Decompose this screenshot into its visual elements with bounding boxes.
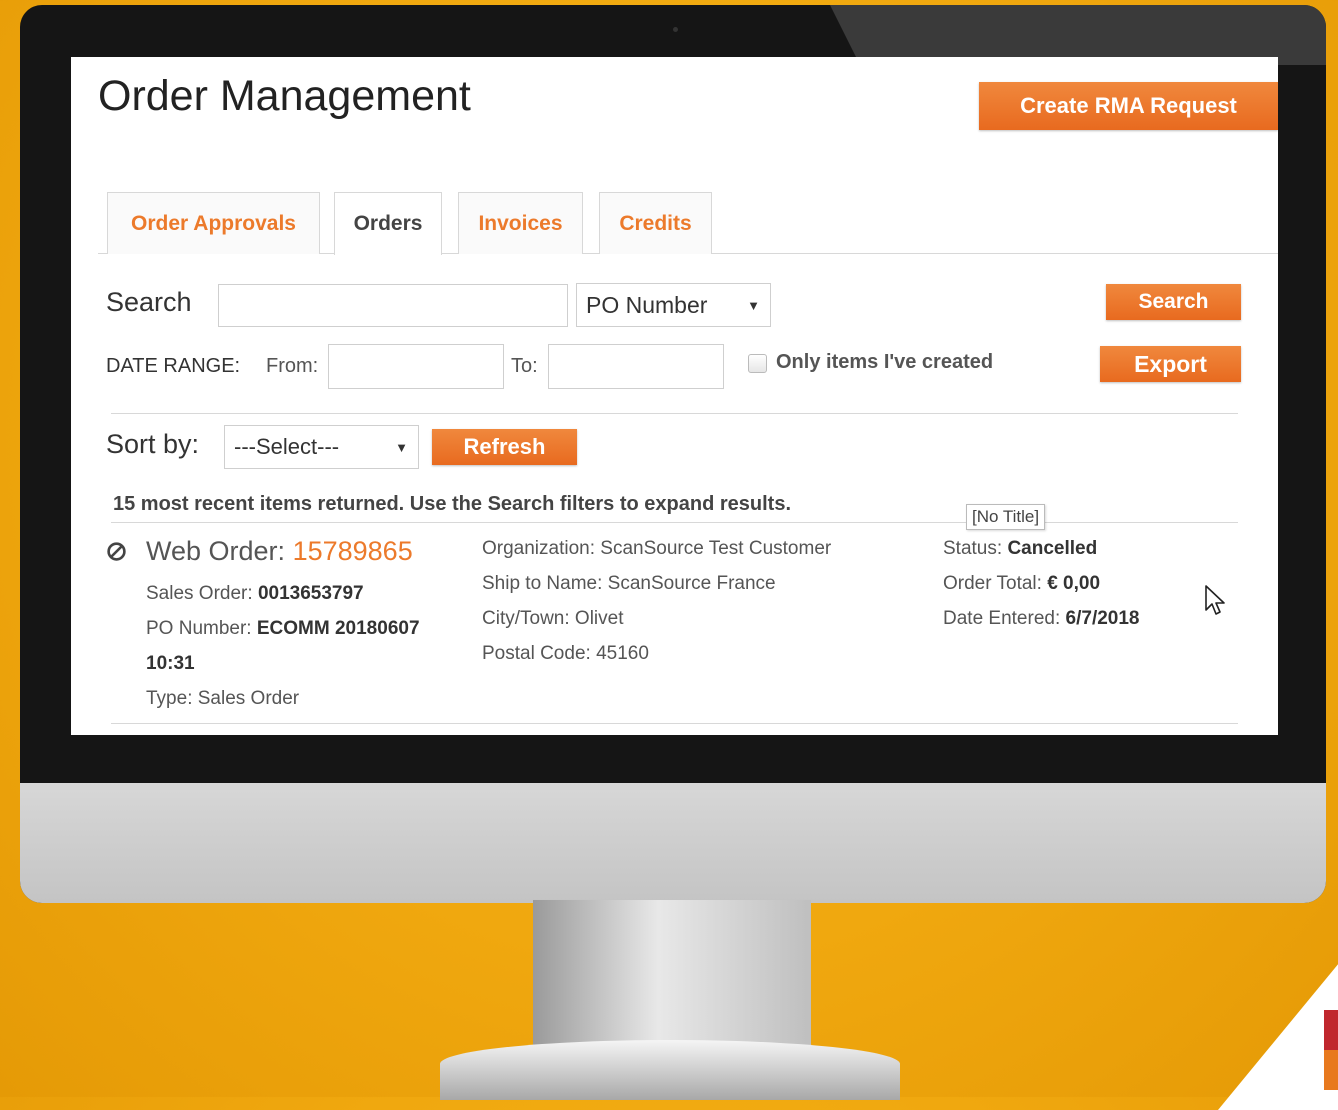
order-status: Status: Cancelled — [943, 538, 1097, 560]
sales-order: Sales Order: 0013653797 — [146, 583, 364, 605]
sales-order-label: Sales Order: — [146, 583, 253, 604]
only-my-items-checkbox[interactable] — [748, 354, 767, 373]
export-button[interactable]: Export — [1100, 346, 1241, 382]
po-number-label: PO Number: — [146, 618, 252, 639]
sales-order-value: 0013653797 — [257, 583, 364, 604]
date-entered: Date Entered: 6/7/2018 — [943, 608, 1140, 630]
monitor-chin — [20, 783, 1326, 903]
camera-dot — [673, 27, 678, 32]
po-number-value: ECOMM 20180607 — [256, 618, 420, 639]
tab-orders[interactable]: Orders — [334, 192, 442, 255]
results-message: 15 most recent items returned. Use the S… — [113, 493, 792, 515]
web-order-link[interactable]: Web Order: 15789865 — [146, 536, 413, 567]
search-field-selected: PO Number — [586, 291, 708, 318]
sort-by-selected: ---Select--- — [234, 434, 340, 459]
refresh-button[interactable]: Refresh — [432, 429, 577, 465]
ship-to-name: Ship to Name: ScanSource France — [482, 573, 776, 594]
to-label: To: — [511, 355, 538, 377]
from-label: From: — [266, 355, 319, 377]
divider — [111, 413, 1238, 414]
search-label: Search — [106, 287, 192, 317]
po-number-value-continued: 10:31 — [146, 653, 195, 674]
order-total: Order Total: € 0,00 — [943, 573, 1100, 595]
page-title: Order Management — [98, 72, 471, 120]
bezel-glare — [830, 5, 1326, 65]
web-order-number[interactable]: 15789865 — [293, 536, 413, 566]
tooltip: [No Title] — [966, 504, 1046, 530]
status-label: Status: — [943, 538, 1003, 559]
web-order-label: Web Order: — [146, 536, 286, 566]
search-input[interactable] — [218, 284, 568, 327]
city-town: City/Town: Olivet — [482, 608, 624, 629]
organization: Organization: ScanSource Test Customer — [482, 538, 832, 559]
monitor-stand-neck — [533, 900, 811, 1060]
status-value: Cancelled — [1007, 538, 1098, 559]
cancel-icon — [107, 542, 126, 561]
date-range-label: DATE RANGE: — [106, 355, 241, 377]
create-rma-request-button[interactable]: Create RMA Request — [979, 82, 1278, 130]
divider — [111, 723, 1238, 724]
order-management-screen: Order Management Create RMA Request Orde… — [71, 57, 1278, 735]
tab-invoices[interactable]: Invoices — [458, 192, 583, 254]
date-entered-label: Date Entered: — [943, 608, 1061, 629]
divider — [111, 522, 1238, 523]
dropdown-arrow-icon: ▼ — [747, 297, 760, 313]
corner-logo — [1218, 940, 1338, 1110]
postal-code: Postal Code: 45160 — [482, 643, 649, 664]
only-my-items-label[interactable]: Only items I've created — [776, 351, 993, 374]
po-number: PO Number: ECOMM 20180607 — [146, 618, 420, 640]
tab-credits[interactable]: Credits — [599, 192, 712, 254]
logo-mark — [1324, 1010, 1338, 1090]
to-date-input[interactable] — [548, 344, 724, 389]
dropdown-arrow-icon: ▼ — [395, 439, 408, 455]
sort-by-label: Sort by: — [106, 429, 200, 459]
tab-order-approvals[interactable]: Order Approvals — [107, 192, 320, 254]
order-total-label: Order Total: — [943, 573, 1042, 594]
order-total-value: € 0,00 — [1047, 573, 1101, 594]
search-button[interactable]: Search — [1106, 284, 1241, 320]
order-type: Type: Sales Order — [146, 688, 300, 709]
from-date-input[interactable] — [328, 344, 504, 389]
mouse-cursor-icon — [1205, 585, 1225, 615]
search-field-select[interactable]: PO Number ▼ — [576, 283, 771, 327]
date-entered-value: 6/7/2018 — [1065, 608, 1140, 629]
sort-by-select[interactable]: ---Select--- ▼ — [224, 425, 419, 469]
monitor-stand-base — [440, 1040, 900, 1100]
